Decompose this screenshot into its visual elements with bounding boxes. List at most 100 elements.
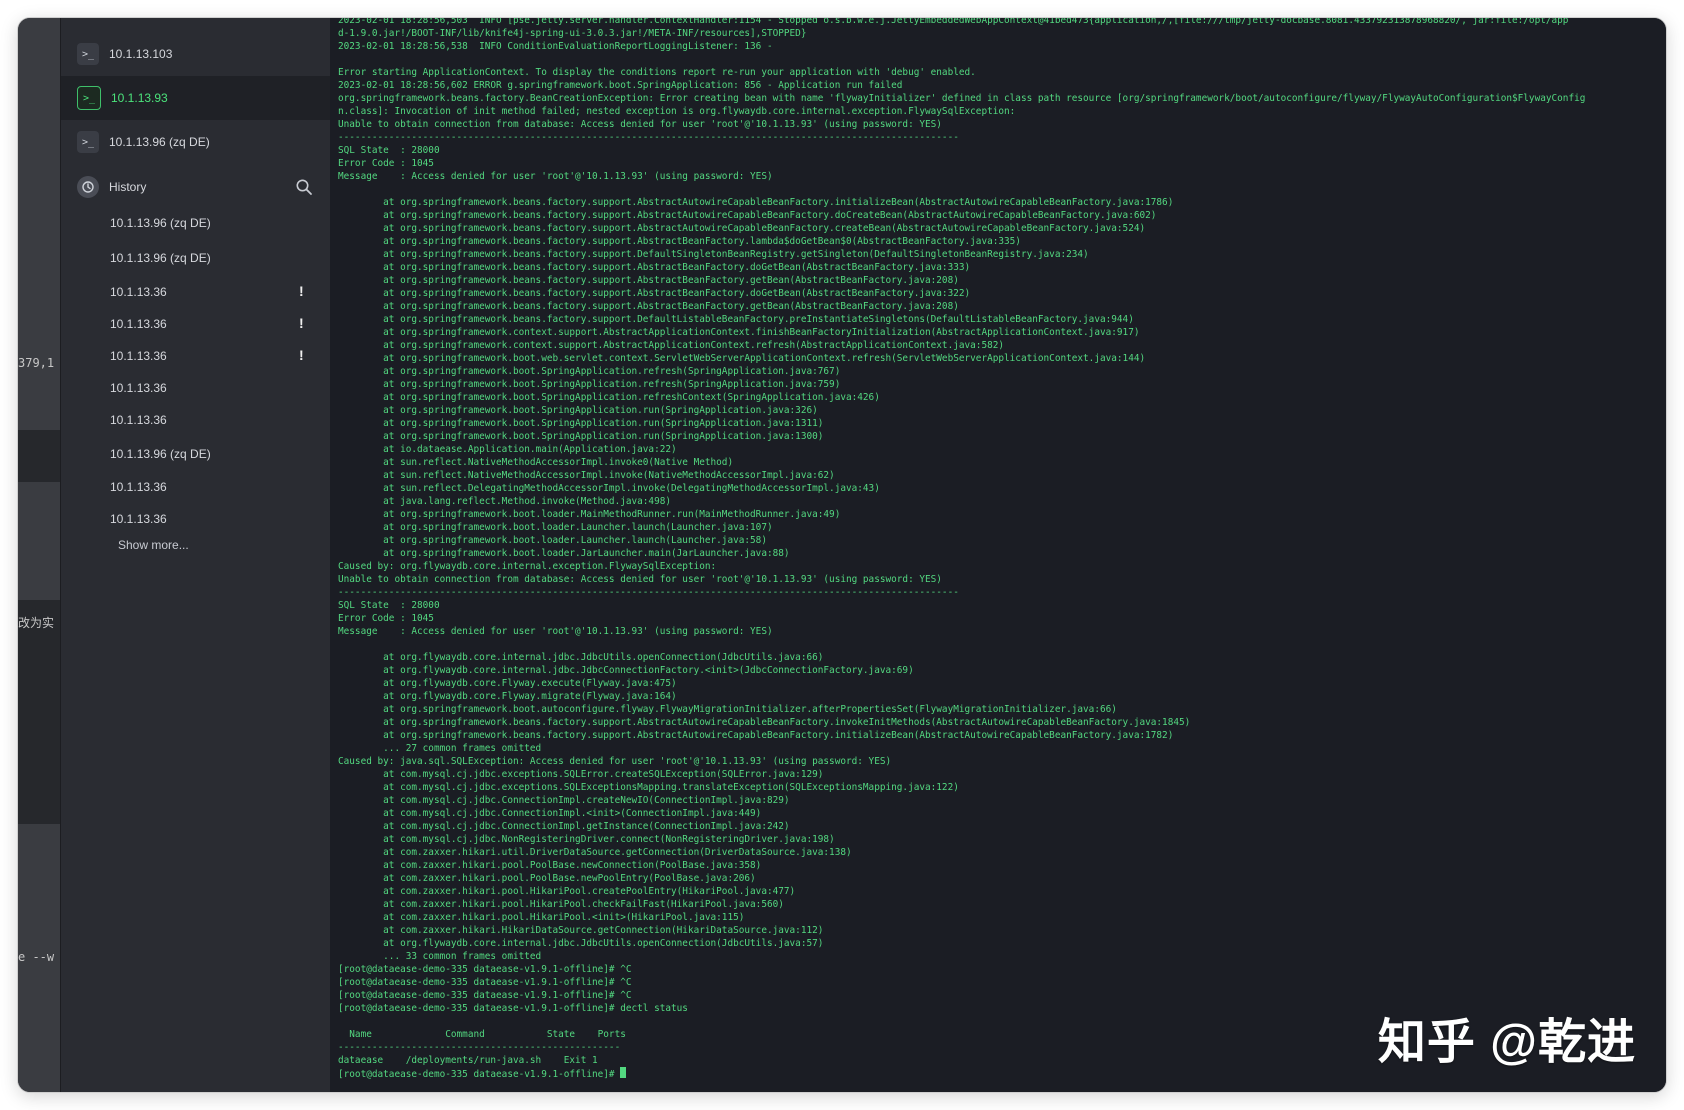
history-header: History [61, 170, 331, 204]
terminal-line: ----------------------------------------… [338, 587, 959, 598]
history-item[interactable]: 10.1.13.36 [61, 504, 331, 534]
terminal-line: at com.zaxxer.hikari.pool.PoolBase.newPo… [338, 873, 756, 884]
history-item-label: 10.1.13.36 [110, 512, 167, 526]
terminal-line: at org.springframework.boot.SpringApplic… [338, 418, 824, 429]
background-dark-band [18, 430, 60, 482]
host-item[interactable]: >_ 10.1.13.103 [61, 32, 331, 76]
terminal-line: ... 27 common frames omitted [338, 743, 542, 754]
terminal-line: at org.springframework.beans.factory.sup… [338, 249, 1089, 260]
history-item[interactable]: 10.1.13.96 (zq DE) [61, 208, 331, 238]
terminal-line: at com.mysql.cj.jdbc.NonRegisteringDrive… [338, 834, 835, 845]
terminal-line: 2023-02-01 18:28:56,538 INFO ConditionEv… [338, 41, 773, 52]
history-item[interactable]: 10.1.13.96 (zq DE) [61, 439, 331, 469]
terminal-line: [root@dataease-demo-335 dataease-v1.9.1-… [338, 1069, 621, 1080]
background-window-strip: 379,1 改为实 e --w [18, 18, 60, 1092]
terminal-line: at org.springframework.boot.autoconfigur… [338, 704, 1117, 715]
history-item-label: 10.1.13.36 [110, 480, 167, 494]
warning-icon: ! [299, 347, 304, 363]
history-item[interactable]: 10.1.13.36 [61, 405, 331, 435]
terminal-line: at com.mysql.cj.jdbc.exceptions.SQLError… [338, 769, 824, 780]
terminal-line: at com.zaxxer.hikari.pool.HikariPool.cre… [338, 886, 796, 897]
terminal-line: [root@dataease-demo-335 dataease-v1.9.1-… [338, 977, 632, 988]
watermark-text: 知乎 @乾进 [1377, 1016, 1636, 1069]
terminal-line: at com.zaxxer.hikari.util.DriverDataSour… [338, 847, 852, 858]
terminal-line: at org.springframework.context.support.A… [338, 327, 1140, 338]
terminal-line: at org.flywaydb.core.Flyway.migrate(Flyw… [338, 691, 677, 702]
terminal-line: ----------------------------------------… [338, 1042, 621, 1053]
terminal-line: at org.springframework.boot.SpringApplic… [338, 366, 841, 377]
terminal-line: n.class]: Invocation of init method fail… [338, 106, 1016, 117]
terminal-line: Unable to obtain connection from databas… [338, 119, 942, 130]
history-item-label: 10.1.13.96 (zq DE) [110, 447, 211, 461]
terminal-line: at org.springframework.beans.factory.sup… [338, 288, 971, 299]
history-item-label: 10.1.13.36 [110, 381, 167, 395]
terminal-line: at org.springframework.beans.factory.sup… [338, 717, 1191, 728]
warning-icon: ! [299, 315, 304, 331]
terminal-icon: >_ [77, 131, 99, 153]
terminal-line: Caused by: java.sql.SQLException: Access… [338, 756, 892, 767]
history-label: History [109, 180, 147, 194]
terminal-line: at org.springframework.beans.factory.sup… [338, 236, 1021, 247]
search-icon[interactable] [295, 178, 313, 196]
terminal-line: at org.springframework.beans.factory.sup… [338, 301, 959, 312]
terminal-line: at io.dataease.Application.main(Applicat… [338, 444, 677, 455]
history-item-label: 10.1.13.36 [110, 285, 167, 299]
terminal-line: at org.springframework.boot.SpringApplic… [338, 392, 880, 403]
history-item[interactable]: 10.1.13.36 ! [61, 277, 331, 307]
terminal-line: [root@dataease-demo-335 dataease-v1.9.1-… [338, 1003, 688, 1014]
background-dark-band [18, 600, 60, 824]
terminal-line: 2023-02-01 18:28:56,503 INFO [pse.jetty.… [338, 18, 1569, 26]
terminal-line: 2023-02-01 18:28:56,602 ERROR g.springfr… [338, 80, 903, 91]
terminal-line: at org.springframework.boot.SpringApplic… [338, 431, 824, 442]
terminal-line: at org.flywaydb.core.internal.jdbc.JdbcU… [338, 652, 824, 663]
show-more-link[interactable]: Show more... [118, 538, 189, 552]
terminal-line: Caused by: org.flywaydb.core.internal.ex… [338, 561, 717, 572]
terminal-text: 2023-02-01 18:28:56,503 INFO [pse.jetty.… [338, 18, 1585, 1081]
terminal-line: at org.springframework.beans.factory.sup… [338, 275, 959, 286]
terminal-line: at org.springframework.beans.factory.sup… [338, 223, 1146, 234]
warning-icon: ! [299, 283, 304, 299]
host-item[interactable]: >_ 10.1.13.96 (zq DE) [61, 120, 331, 164]
host-label: 10.1.13.103 [109, 47, 173, 61]
history-item[interactable]: 10.1.13.96 (zq DE) [61, 243, 331, 273]
terminal-icon: >_ [77, 43, 99, 65]
terminal-line: Error starting ApplicationContext. To di… [338, 67, 976, 78]
history-item[interactable]: 10.1.13.36 [61, 373, 331, 403]
terminal-line: at org.flywaydb.core.internal.jdbc.JdbcU… [338, 938, 824, 949]
history-item-label: 10.1.13.96 (zq DE) [110, 251, 211, 265]
terminal-line: at java.lang.reflect.Method.invoke(Metho… [338, 496, 672, 507]
background-text-fragment: e --w [18, 950, 55, 964]
terminal-line: [root@dataease-demo-335 dataease-v1.9.1-… [338, 964, 632, 975]
terminal-line: at org.springframework.boot.SpringApplic… [338, 405, 818, 416]
terminal-line: [root@dataease-demo-335 dataease-v1.9.1-… [338, 990, 632, 1001]
terminal-line: Message : Access denied for user 'root'@… [338, 626, 773, 637]
history-item-label: 10.1.13.96 (zq DE) [110, 216, 211, 230]
terminal-line: Unable to obtain connection from databas… [338, 574, 942, 585]
history-item-label: 10.1.13.36 [110, 413, 167, 427]
terminal-line: at org.springframework.beans.factory.sup… [338, 730, 1174, 741]
terminal-line: at sun.reflect.NativeMethodAccessorImpl.… [338, 457, 734, 468]
terminal-line: at org.springframework.beans.factory.sup… [338, 314, 1134, 325]
terminal-line: d-1.9.0.jar!/BOOT-INF/lib/knife4j-spring… [338, 28, 807, 39]
terminal-output[interactable]: 2023-02-01 18:28:56,503 INFO [pse.jetty.… [330, 18, 1666, 1092]
history-item[interactable]: 10.1.13.36 ! [61, 341, 331, 371]
terminal-line: at com.mysql.cj.jdbc.ConnectionImpl.getI… [338, 821, 790, 832]
terminal-line: Error Code : 1045 [338, 613, 434, 624]
host-label: 10.1.13.96 (zq DE) [109, 135, 210, 149]
history-item[interactable]: 10.1.13.36 [61, 472, 331, 502]
terminal-line: SQL State : 28000 [338, 600, 440, 611]
terminal-line: Name Command State Ports [338, 1029, 626, 1040]
background-text-fragment: 379,1 [18, 356, 55, 370]
terminal-line: at sun.reflect.DelegatingMethodAccessorI… [338, 483, 880, 494]
clock-icon [77, 176, 99, 198]
history-item[interactable]: 10.1.13.36 ! [61, 309, 331, 339]
terminal-line: ----------------------------------------… [338, 132, 959, 143]
terminal-line: at org.springframework.boot.loader.Launc… [338, 535, 767, 546]
history-item-label: 10.1.13.36 [110, 317, 167, 331]
terminal-line: at com.mysql.cj.jdbc.ConnectionImpl.crea… [338, 795, 790, 806]
terminal-line: at org.flywaydb.core.Flyway.execute(Flyw… [338, 678, 677, 689]
terminal-line: at org.springframework.boot.web.servlet.… [338, 353, 1146, 364]
host-item-active[interactable]: >_ 10.1.13.93 [61, 76, 331, 120]
host-label: 10.1.13.93 [111, 91, 168, 105]
background-text-fragment: 改为实 [18, 616, 55, 630]
